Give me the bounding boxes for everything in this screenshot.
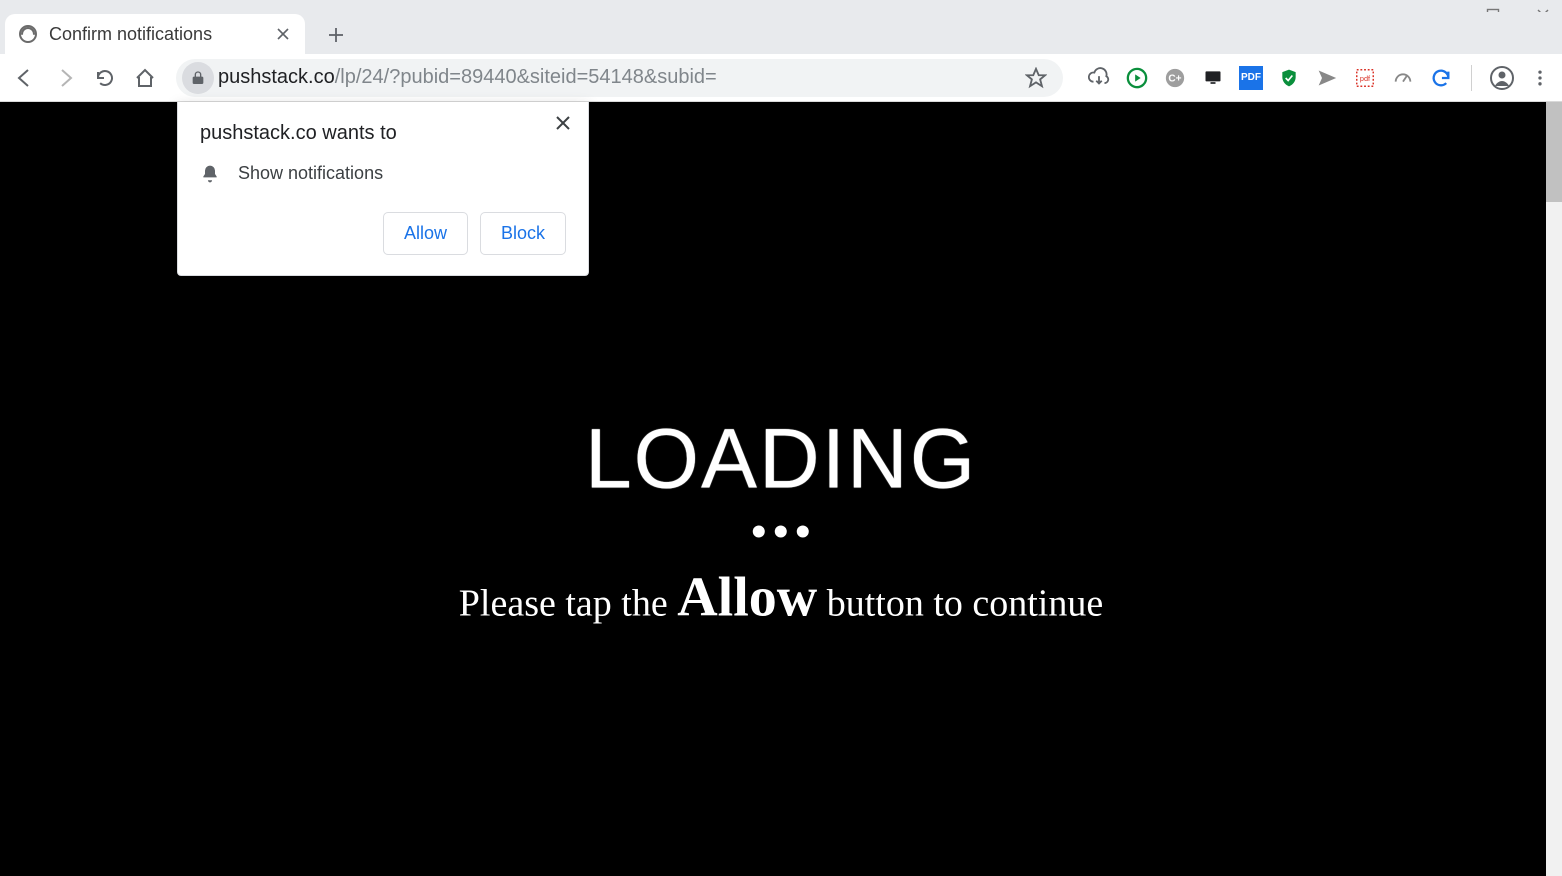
url-text: pushstack.co/lp/24/?pubid=89440&siteid=5…	[218, 66, 717, 89]
profile-avatar-button[interactable]	[1490, 66, 1514, 90]
extensions-row: C+ PDF pdf	[1079, 65, 1552, 91]
loading-heading: LOADING	[459, 410, 1103, 507]
window-titlebar	[0, 0, 1562, 12]
home-button[interactable]	[130, 63, 160, 93]
loading-dots	[459, 525, 1103, 537]
tab-title: Confirm notifications	[49, 24, 275, 45]
prompt-pre: Please tap the	[459, 582, 677, 624]
bookmark-star-button[interactable]	[1021, 63, 1051, 93]
scrollbar-thumb[interactable]	[1546, 102, 1562, 202]
prompt-strong: Allow	[677, 566, 817, 628]
cloud-download-icon[interactable]	[1087, 66, 1111, 90]
play-circle-icon[interactable]	[1125, 66, 1149, 90]
globe-icon	[19, 25, 37, 43]
pdf-badge-icon[interactable]: PDF	[1239, 66, 1263, 90]
kebab-menu-button[interactable]	[1528, 66, 1552, 90]
tab-strip: Confirm notifications	[0, 12, 1562, 54]
back-button[interactable]	[10, 63, 40, 93]
address-bar[interactable]: pushstack.co/lp/24/?pubid=89440&siteid=5…	[176, 59, 1063, 97]
pdf-convert-icon[interactable]: pdf	[1353, 66, 1377, 90]
svg-text:C+: C+	[1168, 73, 1181, 84]
speedometer-icon[interactable]	[1391, 66, 1415, 90]
page-content: pushstack.co wants to Show notifications…	[0, 102, 1562, 876]
permission-close-button[interactable]	[552, 112, 574, 134]
dot-icon	[753, 525, 765, 537]
url-host: pushstack.co	[218, 66, 335, 88]
permission-allow-button[interactable]: Allow	[383, 212, 468, 255]
tab-close-button[interactable]	[275, 26, 291, 42]
shield-check-icon[interactable]	[1277, 66, 1301, 90]
browser-tab[interactable]: Confirm notifications	[5, 14, 305, 54]
permission-prompt: pushstack.co wants to Show notifications…	[177, 102, 589, 276]
permission-block-button[interactable]: Block	[480, 212, 566, 255]
reload-button[interactable]	[90, 63, 120, 93]
forward-button[interactable]	[50, 63, 80, 93]
loading-overlay: LOADING Please tap the Allow button to c…	[459, 410, 1103, 629]
monitor-icon[interactable]	[1201, 66, 1225, 90]
bell-icon	[200, 164, 220, 184]
paper-plane-icon[interactable]	[1315, 66, 1339, 90]
url-path: /lp/24/?pubid=89440&siteid=54148&subid=	[335, 66, 717, 88]
c-plus-circle-icon[interactable]: C+	[1163, 66, 1187, 90]
prompt-post: button to continue	[817, 582, 1103, 624]
prompt-text: Please tap the Allow button to continue	[459, 565, 1103, 629]
permission-requester: pushstack.co wants to	[200, 122, 566, 145]
browser-toolbar: pushstack.co/lp/24/?pubid=89440&siteid=5…	[0, 54, 1562, 102]
dot-icon	[775, 525, 787, 537]
permission-capability: Show notifications	[238, 163, 383, 184]
new-tab-button[interactable]	[319, 18, 353, 52]
dot-icon	[797, 525, 809, 537]
svg-text:pdf: pdf	[1360, 73, 1371, 82]
toolbar-divider	[1471, 65, 1472, 91]
sync-icon[interactable]	[1429, 66, 1453, 90]
site-info-button[interactable]	[182, 62, 214, 94]
